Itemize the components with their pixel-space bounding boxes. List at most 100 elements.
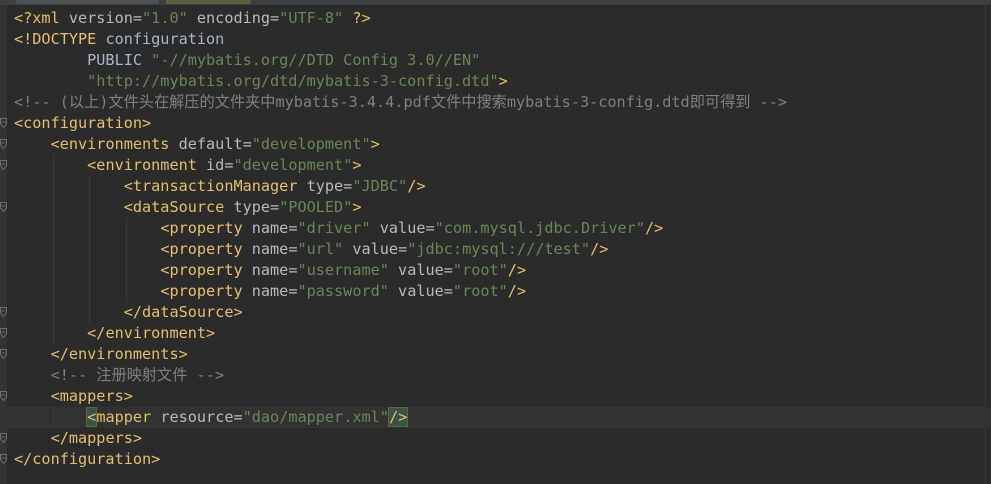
code-token: <environments: [50, 135, 179, 153]
code-line[interactable]: <dataSource type="POOLED">: [0, 197, 991, 218]
code-line[interactable]: <transactionManager type="JDBC"/>: [0, 176, 991, 197]
code-token: <!-- (以上)文件头在解压的文件夹中mybatis-3.4.4.pdf文件中…: [14, 93, 788, 111]
indent-guide: [125, 218, 127, 239]
code-token: "dao/mapper.xml": [242, 408, 389, 426]
code-token: type=: [233, 198, 280, 216]
code-token: "com.mysql.jdbc.Driver": [434, 219, 645, 237]
indent-guide: [89, 239, 91, 260]
code-token: />: [387, 407, 409, 427]
fold-marker-icon[interactable]: [0, 307, 7, 317]
indent-guide: [52, 197, 54, 218]
code-token: "root": [452, 261, 508, 279]
code-token: <dataSource: [123, 198, 234, 216]
code-token: </mappers>: [50, 429, 143, 447]
code-line[interactable]: </mappers>: [0, 428, 991, 449]
code-line[interactable]: </environments>: [0, 344, 991, 365]
code-token: <: [86, 407, 98, 427]
code-token: <configuration>: [14, 114, 152, 132]
code-line[interactable]: <environment id="development">: [0, 155, 991, 176]
indent-guide: [89, 260, 91, 281]
indent-guide: [89, 281, 91, 302]
indent-guide: [89, 218, 91, 239]
code-line[interactable]: <property name="username" value="root"/>: [0, 260, 991, 281]
code-line[interactable]: <property name="driver" value="com.mysql…: [0, 218, 991, 239]
code-token: >: [352, 156, 362, 174]
code-line[interactable]: </configuration>: [0, 449, 991, 470]
code-token: />: [644, 219, 664, 237]
fold-marker-icon[interactable]: [0, 454, 7, 464]
fold-marker-icon[interactable]: [0, 433, 7, 443]
code-line[interactable]: <?xml version="1.0" encoding="UTF-8" ?>: [0, 8, 991, 29]
code-token: >: [370, 135, 380, 153]
code-token: "http://mybatis.org/dtd/mybatis-3-config…: [14, 72, 499, 90]
code-token: </environment>: [87, 324, 216, 342]
code-editor[interactable]: <?xml version="1.0" encoding="UTF-8" ?> <…: [0, 8, 991, 470]
code-token: value=: [388, 261, 453, 279]
code-line[interactable]: PUBLIC "-//mybatis.org//DTD Config 3.0//…: [0, 50, 991, 71]
code-line[interactable]: </dataSource>: [0, 302, 991, 323]
code-token: "root": [452, 282, 508, 300]
indent-guide: [52, 281, 54, 302]
code-line[interactable]: <property name="password" value="root"/>: [0, 281, 991, 302]
code-token: value=: [370, 219, 435, 237]
indent-guide: [52, 323, 54, 344]
code-token: </environments>: [50, 345, 188, 363]
code-token: />: [590, 240, 609, 258]
code-line[interactable]: <!DOCTYPE configuration: [0, 29, 991, 50]
editor-tab[interactable]: [16, 0, 159, 4]
code-token: </configuration>: [14, 450, 161, 468]
code-line[interactable]: <environments default="development">: [0, 134, 991, 155]
fold-marker-icon[interactable]: [0, 118, 7, 128]
code-line[interactable]: <!-- (以上)文件头在解压的文件夹中mybatis-3.4.4.pdf文件中…: [0, 92, 991, 113]
code-line[interactable]: <!-- 注册映射文件 -->: [0, 365, 991, 386]
code-line[interactable]: </environment>: [0, 323, 991, 344]
code-line[interactable]: <mappers>: [0, 386, 991, 407]
code-token: PUBLIC: [14, 51, 152, 69]
code-token: >: [498, 72, 508, 90]
code-line[interactable]: <configuration>: [0, 113, 991, 134]
code-token: <mappers>: [50, 387, 133, 405]
code-token: <environment: [87, 156, 207, 174]
fold-marker-icon[interactable]: [0, 328, 7, 338]
code-token: name=: [251, 240, 298, 258]
code-token: <property: [160, 240, 252, 258]
fold-marker-icon[interactable]: [0, 139, 7, 149]
code-token: />: [507, 261, 527, 279]
fold-marker-icon[interactable]: [0, 349, 7, 359]
code-token: >: [352, 198, 362, 216]
code-line[interactable]: <property name="url" value="jdbc:mysql:/…: [0, 239, 991, 260]
indent-guide: [89, 197, 91, 218]
code-token: version=: [68, 9, 143, 27]
code-token: <property: [160, 261, 252, 279]
fold-marker-icon[interactable]: [0, 160, 7, 170]
code-token: name=: [251, 282, 298, 300]
code-token: <property: [160, 219, 252, 237]
code-token: />: [407, 177, 426, 195]
code-line[interactable]: "http://mybatis.org/dtd/mybatis-3-config…: [0, 71, 991, 92]
code-line[interactable]: <mapper resource="dao/mapper.xml"/>: [0, 407, 991, 428]
indent-guide: [52, 155, 54, 176]
code-token: "driver": [297, 219, 371, 237]
code-token: "1.0": [142, 9, 188, 27]
editor-tab-active[interactable]: [166, 0, 251, 4]
code-token: <!-- 注册映射文件 -->: [50, 366, 224, 384]
fold-marker-icon[interactable]: [0, 202, 7, 212]
code-token: name=: [251, 219, 298, 237]
code-token: </dataSource>: [123, 303, 243, 321]
code-token: encoding=: [187, 9, 280, 27]
fold-marker-icon[interactable]: [0, 391, 7, 401]
editor-tab-bar: [0, 0, 991, 5]
code-token: ?>: [343, 9, 371, 27]
indent-guide: [52, 218, 54, 239]
code-token: value=: [343, 240, 408, 258]
